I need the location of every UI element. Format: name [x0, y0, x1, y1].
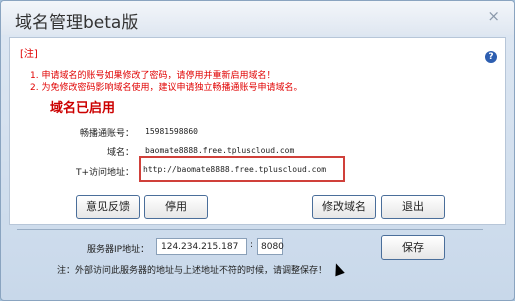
- server-ip-label: 服务器IP地址：: [87, 245, 150, 255]
- status-text: 域名已启用: [50, 101, 116, 116]
- port-separator: :: [250, 240, 254, 250]
- account-value: 15981598860: [145, 127, 198, 136]
- disable-button[interactable]: 停用: [144, 195, 208, 219]
- url-highlight-box: http://baomate8888.free.tpluscloud.com: [139, 156, 345, 182]
- exit-button[interactable]: 退出: [381, 195, 445, 219]
- domain-value: baomate8888.free.tpluscloud.com: [145, 146, 295, 155]
- save-button[interactable]: 保存: [381, 235, 445, 260]
- server-ip-input[interactable]: 124.234.215.187: [156, 238, 247, 255]
- help-icon[interactable]: ?: [485, 51, 497, 63]
- notice-item-2: 2. 为免修改密码影响域名使用，建议申请独立畅播通账号申请域名。: [30, 83, 303, 93]
- url-value[interactable]: http://baomate8888.free.tpluscloud.com: [143, 165, 326, 174]
- modify-domain-button[interactable]: 修改域名: [312, 195, 376, 219]
- url-label: T+访问地址：: [75, 168, 134, 178]
- domain-management-dialog: 域名管理beta版 × [注] ? 1. 申请域名的账号如果修改了密码，请停用并…: [0, 0, 515, 301]
- feedback-button[interactable]: 意见反馈: [76, 195, 140, 219]
- content-panel: [注] ? 1. 申请域名的账号如果修改了密码，请停用并重新启用域名！ 2. 为…: [9, 37, 506, 225]
- close-icon[interactable]: ×: [487, 7, 500, 25]
- domain-label: 域名：: [106, 148, 134, 158]
- notice-label: [注]: [20, 49, 38, 60]
- account-label: 畅播通账号：: [79, 129, 134, 139]
- window-title: 域名管理beta版: [15, 13, 139, 33]
- server-note: 注：外部访问此服务器的地址与上述地址不符的时候，请调整保存！: [57, 266, 328, 276]
- title-bar: 域名管理beta版 ×: [1, 1, 514, 35]
- server-port-input[interactable]: 8080: [257, 238, 284, 255]
- server-settings: 服务器IP地址： 124.234.215.187 : 8080 保存 注：外部访…: [17, 229, 483, 285]
